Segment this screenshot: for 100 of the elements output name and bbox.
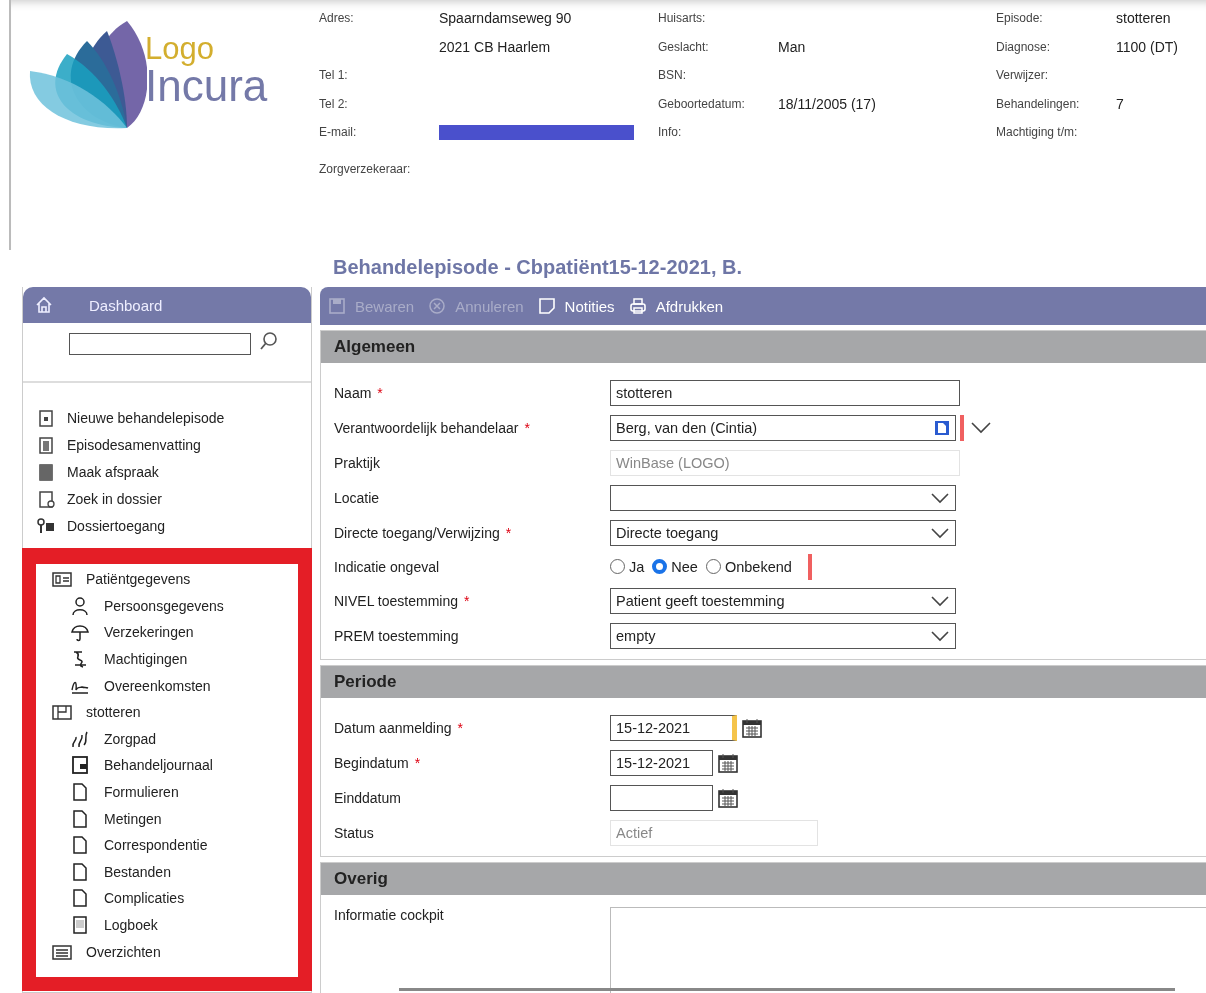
info-value: Man — [778, 38, 806, 55]
dashboard-link[interactable]: Dashboard — [23, 287, 311, 323]
id-card-icon — [52, 570, 72, 589]
umbrella-icon — [70, 622, 90, 643]
home-icon — [35, 296, 53, 314]
tree-item[interactable]: Correspondentie — [104, 837, 208, 854]
scrollbar[interactable] — [399, 988, 1175, 991]
tree-item[interactable]: Verzekeringen — [104, 624, 194, 641]
tree-item[interactable]: Bestanden — [104, 863, 171, 880]
date-field[interactable]: 15-12-2021 — [610, 749, 713, 776]
section-header: Periode — [321, 666, 1206, 698]
chevron-down-icon — [930, 491, 950, 504]
chevron-down-icon — [930, 526, 950, 539]
field-label: Datum aanmelding — [334, 719, 452, 736]
field-label: Indicatie ongeval — [334, 558, 440, 575]
section-header: Overig — [321, 863, 1206, 895]
chevron-down-icon[interactable] — [970, 420, 992, 435]
date-field[interactable]: 15-12-2021 — [610, 714, 737, 741]
search-field[interactable] — [69, 333, 251, 355]
toolbar-button[interactable]: Notities — [537, 295, 615, 317]
dropdown[interactable]: Directe toegang — [610, 519, 956, 546]
info-label: Huisarts: — [658, 11, 706, 26]
info-value: 18/11/2005 (17) — [778, 95, 876, 112]
toolbar-button[interactable]: Afdrukken — [628, 295, 724, 317]
cancel-icon — [428, 297, 447, 315]
field-label: Status — [334, 824, 374, 841]
info-label: Adres: — [319, 11, 354, 26]
tree-item[interactable]: Patiëntgegevens — [86, 571, 191, 588]
field-label: Verantwoordelijk behandelaar — [334, 419, 519, 436]
page-icon — [70, 808, 90, 829]
required-mark: * — [505, 524, 512, 541]
info-label: Machtiging t/m: — [996, 125, 1078, 140]
person-icon — [70, 595, 90, 616]
info-value: stotteren — [1116, 10, 1171, 27]
field-label: Informatie cockpit — [334, 907, 444, 923]
info-label: Tel 2: — [319, 96, 348, 111]
info-value: 2021 CB Haarlem — [439, 38, 551, 55]
tree-item[interactable]: Behandeljournaal — [104, 757, 213, 774]
tree-item[interactable]: Machtigingen — [104, 651, 188, 668]
field-label: PREM toestemming — [334, 627, 459, 644]
page-title: Behandelepisode - Cbpatiënt15-12-2021, B. — [332, 255, 743, 280]
required-mark: * — [524, 419, 530, 436]
field-label: Directe toegang/Verwijzing — [334, 524, 500, 541]
chevron-down-icon — [930, 629, 950, 642]
field-label: Begindatum — [334, 754, 409, 771]
required-mark: * — [464, 592, 470, 609]
page-icon — [70, 835, 90, 856]
chevron-down-icon — [930, 594, 950, 607]
logo-text: Logo — [145, 32, 215, 64]
info-label: Geboortedatum: — [658, 96, 745, 111]
radio-button[interactable] — [652, 559, 668, 574]
radio-label: Ja — [629, 558, 645, 575]
dropdown[interactable]: empty — [610, 622, 956, 649]
required-mark: * — [457, 719, 463, 736]
readonly-field: WinBase (LOGO) — [610, 449, 960, 476]
info-label: Diagnose: — [996, 39, 1051, 54]
sidebar-link[interactable]: Maak afspraak — [67, 463, 159, 480]
required-mark: * — [377, 384, 383, 401]
info-label: Zorgverzekeraar: — [319, 161, 411, 176]
tree-item[interactable]: Metingen — [104, 810, 162, 827]
readonly-field: Actief — [610, 819, 818, 846]
tree-item[interactable]: Overeenkomsten — [104, 677, 211, 694]
page-icon — [70, 888, 90, 909]
info-label: BSN: — [658, 68, 686, 83]
tree-item[interactable]: Persoonsgegevens — [104, 597, 224, 614]
field-label: NIVEL toestemming — [334, 592, 458, 609]
search-icon[interactable] — [259, 331, 279, 351]
field-label: Naam — [334, 384, 372, 401]
sidebar-link[interactable]: Nieuwe behandelepisode — [67, 409, 225, 426]
field-label: Einddatum — [334, 789, 401, 806]
section-header: Algemeen — [321, 331, 1206, 363]
file-search-icon — [37, 489, 55, 508]
lookup-field[interactable]: Berg, van den (Cintia) — [610, 414, 956, 441]
info-label: Episode: — [996, 11, 1043, 26]
page-icon — [70, 782, 90, 803]
tree-item[interactable]: Overzichten — [86, 943, 161, 960]
info-label: E-mail: — [319, 125, 357, 140]
lookup-icon — [934, 419, 950, 436]
sidebar-link[interactable]: Zoek in dossier — [67, 490, 162, 507]
text-field[interactable]: stotteren — [610, 379, 960, 406]
document-icon — [37, 435, 55, 454]
info-value: Spaarndamseweg 90 — [439, 10, 572, 27]
radio-label: Nee — [671, 558, 698, 575]
dropdown[interactable] — [610, 484, 956, 511]
book-icon — [70, 915, 90, 935]
key-icon — [37, 516, 55, 535]
note-icon — [537, 297, 556, 315]
info-label: Info: — [658, 125, 682, 140]
journal-icon — [70, 755, 90, 776]
tree-item[interactable]: Logboek — [104, 917, 158, 933]
sidebar-link[interactable]: Episodesamenvatting — [67, 436, 201, 453]
field-label: Locatie — [334, 489, 380, 506]
tree-item[interactable]: Formulieren — [104, 784, 179, 801]
tree-item[interactable]: stotteren — [86, 704, 141, 721]
sidebar-link[interactable]: Dossiertoegang — [67, 517, 166, 534]
tree-item[interactable]: Complicaties — [104, 890, 185, 907]
dropdown[interactable]: Patient geeft toestemming — [610, 587, 956, 614]
tree-item[interactable]: Zorgpad — [104, 730, 157, 747]
radio-label: Onbekend — [724, 558, 792, 575]
date-field[interactable] — [610, 784, 713, 811]
